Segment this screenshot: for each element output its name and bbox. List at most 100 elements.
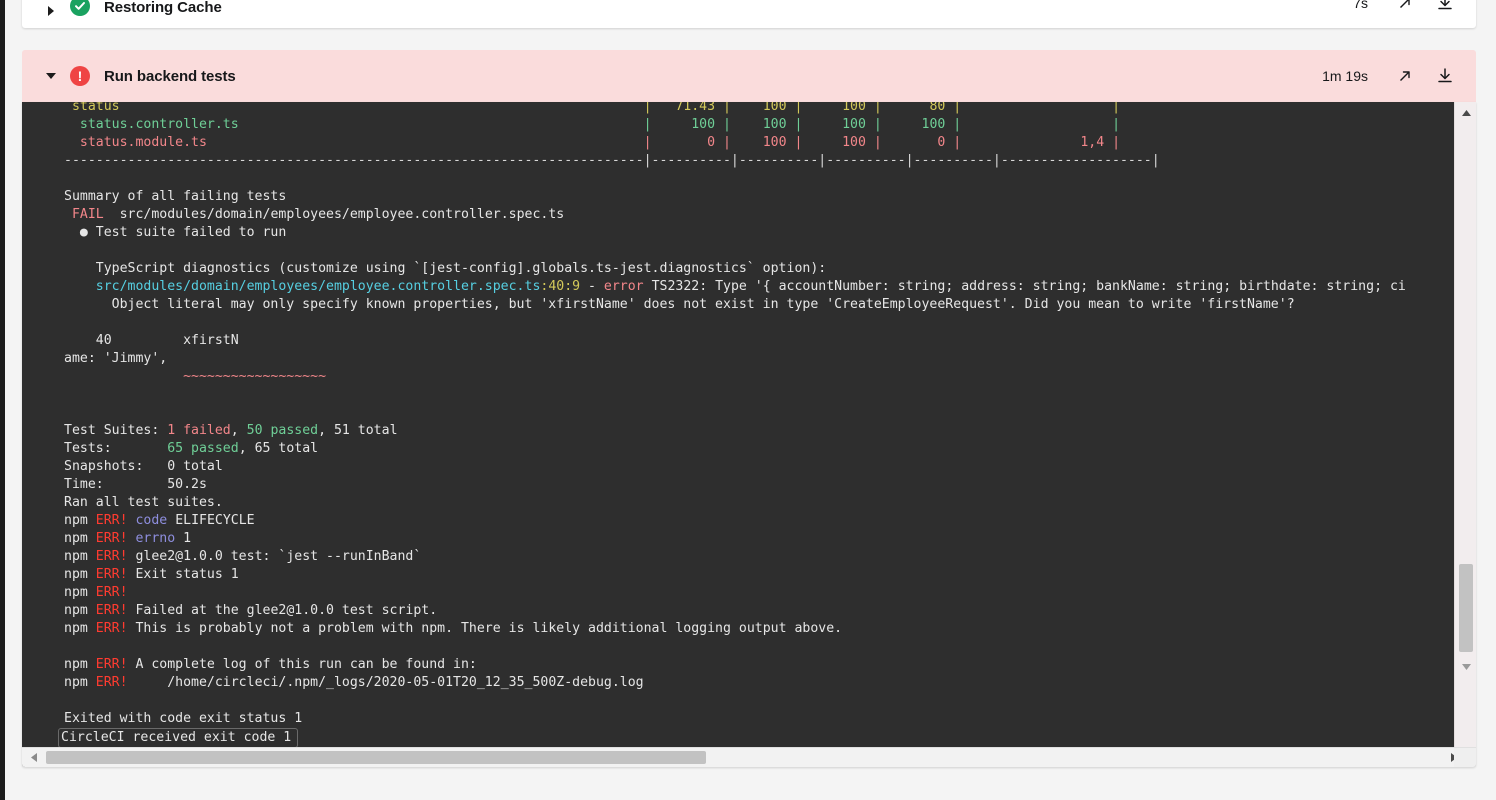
terminal-text-span: CircleCI received exit code 1 [61, 730, 292, 745]
terminal-line: Snapshots: 0 total [64, 458, 1454, 476]
terminal-text-span: A complete log of this run can be found … [127, 657, 477, 672]
terminal-viewport[interactable]: status | 71.43 | 100 | 100 | 80 | | stat… [22, 102, 1454, 747]
chevron-down-icon[interactable] [44, 72, 58, 80]
triangle-up-icon[interactable] [1455, 104, 1476, 122]
step-duration: 1m 19s [1322, 68, 1368, 84]
terminal-text-span: TypeScript diagnostics (customize using … [64, 261, 827, 276]
terminal-text-span: npm [64, 531, 96, 546]
terminal-text-span: | [715, 135, 763, 150]
terminal-text-span: error [603, 279, 644, 294]
terminal-line: FAIL src/modules/domain/employees/employ… [64, 206, 1454, 224]
terminal-output-panel[interactable]: status | 71.43 | 100 | 100 | 80 | | stat… [22, 102, 1476, 767]
terminal-line: npm ERR! Exit status 1 [64, 566, 1454, 584]
terminal-text-span: 80 [929, 102, 946, 114]
terminal-line: ame: 'Jimmy', [64, 350, 1454, 368]
terminal-text-span: ame: 'Jimmy', [64, 351, 168, 366]
terminal-vertical-scrollbar[interactable] [1454, 102, 1476, 747]
step-card-run-backend-tests[interactable]: ! Run backend tests 1m 19s [22, 50, 1476, 102]
terminal-text-span: 65 passed [167, 441, 239, 456]
terminal-line: Summary of all failing tests [64, 188, 1454, 206]
terminal-text-span: 1 [175, 531, 192, 546]
terminal-text-span: TS2322: Type '{ accountNumber: string; a… [643, 279, 1406, 294]
external-link-icon[interactable] [1392, 0, 1418, 16]
triangle-left-icon[interactable] [26, 748, 42, 767]
terminal-text-span: , 65 total [238, 441, 319, 456]
terminal-text-span: ERR! [95, 621, 128, 636]
horizontal-scrollbar-thumb[interactable] [46, 751, 706, 764]
terminal-line: npm ERR! /home/circleci/.npm/_logs/2020-… [64, 674, 1454, 692]
terminal-line: Time: 50.2s [64, 476, 1454, 494]
terminal-text-span: ERR! [95, 585, 128, 600]
terminal-text-span: | [786, 102, 843, 114]
terminal-text-span: 100 [842, 102, 866, 114]
terminal-text-span: 1,4 [1080, 135, 1105, 150]
terminal-text-span: status.controller.ts | [64, 117, 692, 132]
terminal-text-span: ERR! [95, 549, 128, 564]
terminal-text-span: glee2@1.0.0 test: `jest --runInBand` [127, 549, 422, 564]
terminal-text-span: status.module.ts | [64, 135, 708, 150]
terminal-text-span: | [715, 102, 763, 114]
terminal-text-span: ELIFECYCLE [167, 513, 255, 528]
terminal-text-span: ERR! [95, 513, 128, 528]
terminal-text-span: Object literal may only specify known pr… [64, 297, 1295, 312]
terminal-text-span: ● Test suite failed to run [64, 225, 287, 240]
terminal-text-span: | [865, 135, 938, 150]
terminal-text-span: src/modules/domain/employees/employee.co… [95, 279, 541, 294]
terminal-text-span: 100 [842, 117, 866, 132]
terminal-line: ~~~~~~~~~~~~~~~~~~ [64, 368, 1454, 386]
terminal-text-span: - [580, 279, 604, 294]
terminal-text-span: | [1104, 135, 1121, 150]
step-card-restoring-cache[interactable]: Restoring Cache 7s [22, 0, 1476, 28]
terminal-line: TypeScript diagnostics (customize using … [64, 260, 1454, 278]
terminal-text-span: 100 [691, 117, 716, 132]
terminal-text-span: 100 [762, 117, 787, 132]
terminal-line: status.module.ts | 0 | 100 | 100 | 0 | 1… [64, 134, 1454, 152]
terminal-text-span: npm [64, 621, 96, 636]
terminal-text-span: 0 [707, 135, 716, 150]
terminal-line: Ran all test suites. [64, 494, 1454, 512]
terminal-text-span: | [945, 135, 1081, 150]
terminal-line: ● Test suite failed to run [64, 224, 1454, 242]
terminal-text-span: | | [945, 102, 1121, 114]
terminal-text-span: ~~~~~~~~~~~~~~~~~~ [183, 369, 327, 384]
vertical-scrollbar-thumb[interactable] [1459, 564, 1473, 652]
terminal-text-span: 100 [762, 135, 787, 150]
terminal-line: npm ERR! errno 1 [64, 530, 1454, 548]
terminal-text-span: npm [64, 585, 96, 600]
terminal-text-span: status | [64, 102, 676, 114]
terminal-text-span: Exited with code exit status 1 [64, 711, 303, 726]
step-title: Restoring Cache [104, 0, 222, 16]
terminal-line: npm ERR! [64, 584, 1454, 602]
triangle-down-icon[interactable] [1455, 658, 1476, 676]
terminal-text-span [64, 207, 72, 222]
terminal-text-span: FAIL [71, 207, 104, 222]
terminal-text-span: 71.43 [675, 102, 716, 114]
terminal-text-span: | [715, 117, 763, 132]
terminal-text-span: 1 failed [167, 423, 231, 438]
chevron-right-icon[interactable] [44, 6, 58, 16]
terminal-line: npm ERR! Failed at the glee2@1.0.0 test … [64, 602, 1454, 620]
download-icon[interactable] [1432, 0, 1458, 16]
terminal-text-span: , 51 total [318, 423, 398, 438]
terminal-line: Object literal may only specify known pr… [64, 296, 1454, 314]
terminal-text-span: npm [64, 603, 96, 618]
terminal-text-span: npm [64, 657, 96, 672]
terminal-text-span: ERR! [95, 675, 128, 690]
terminal-text-span: src/modules/domain/employees/employee.co… [103, 207, 565, 222]
terminal-text-span: 100 [762, 102, 787, 114]
terminal-text-span: ERR! [95, 567, 128, 582]
terminal-text-span: ERR! [95, 531, 128, 546]
terminal-text-span: Time: 50.2s [64, 477, 207, 492]
external-link-icon[interactable] [1392, 63, 1418, 89]
terminal-selected-line[interactable]: CircleCI received exit code 1 [58, 728, 299, 747]
terminal-horizontal-scrollbar[interactable] [22, 747, 1476, 767]
terminal-line: npm ERR! glee2@1.0.0 test: `jest --runIn… [64, 548, 1454, 566]
download-icon[interactable] [1432, 63, 1458, 89]
terminal-text-span: 50 passed [246, 423, 319, 438]
terminal-line: status | 71.43 | 100 | 100 | 80 | | [64, 102, 1454, 116]
terminal-line: CircleCI received exit code 1 [58, 728, 1454, 747]
